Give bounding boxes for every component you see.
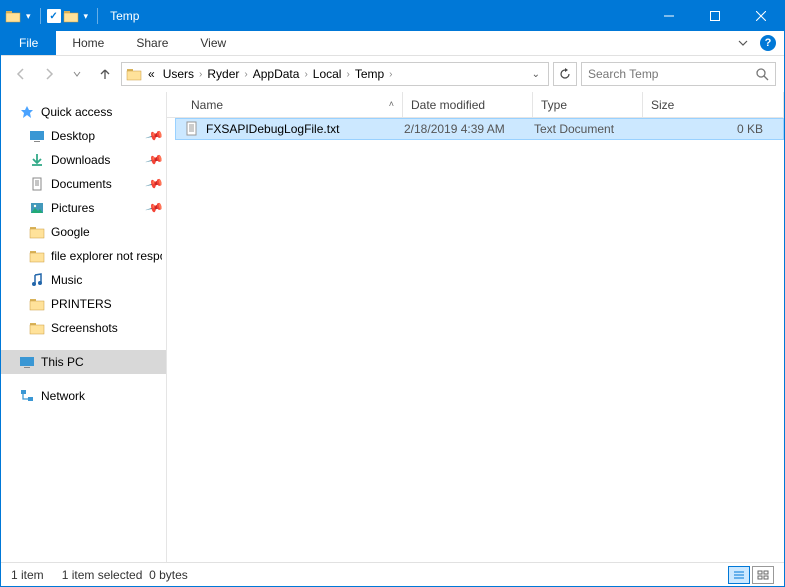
content-pane: Name ˄ Date modified Type Size FXSAPIDeb… (167, 92, 784, 562)
up-button[interactable] (93, 62, 117, 86)
folder-icon (29, 320, 45, 336)
download-icon (29, 152, 45, 168)
sort-ascending-icon: ˄ (389, 99, 394, 109)
sidebar-item-google[interactable]: Google (1, 220, 166, 244)
search-icon (755, 67, 769, 81)
folder-icon (126, 66, 142, 82)
sidebar-item-this-pc[interactable]: This PC (1, 350, 166, 374)
qat-properties-check-icon[interactable]: ✓ (47, 9, 61, 23)
status-selection: 1 item selected (62, 568, 143, 582)
breadcrumb-item[interactable]: Users (159, 67, 198, 81)
music-icon (29, 272, 45, 288)
folder-icon (63, 8, 79, 24)
column-header-size[interactable]: Size (643, 92, 784, 117)
column-header-date[interactable]: Date modified (403, 92, 533, 117)
tab-file[interactable]: File (1, 31, 56, 55)
view-details-button[interactable] (728, 566, 750, 584)
file-date: 2/18/2019 4:39 AM (404, 122, 534, 136)
file-list[interactable]: FXSAPIDebugLogFile.txt 2/18/2019 4:39 AM… (167, 118, 784, 562)
main-area: Quick access Desktop 📌 Downloads 📌 Docum… (1, 92, 784, 562)
window-title: Temp (110, 9, 139, 23)
address-history-dropdown[interactable]: ⌄ (528, 69, 544, 80)
picture-icon (29, 200, 45, 216)
tab-share[interactable]: Share (120, 31, 184, 55)
network-icon (19, 388, 35, 404)
folder-icon (5, 8, 21, 24)
pin-icon: 📌 (145, 198, 165, 218)
address-bar[interactable]: « Users › Ryder › AppData › Local › Temp… (121, 62, 549, 86)
breadcrumb: « Users › Ryder › AppData › Local › Temp… (144, 67, 394, 81)
qat-customize-icon[interactable]: ▾ (84, 11, 89, 22)
pin-icon: 📌 (145, 174, 165, 194)
sidebar-item-downloads[interactable]: Downloads 📌 (1, 148, 166, 172)
breadcrumb-item[interactable]: Ryder (203, 67, 243, 81)
recent-locations-button[interactable] (65, 62, 89, 86)
status-bar: 1 item 1 item selected 0 bytes (1, 562, 784, 586)
refresh-button[interactable] (553, 62, 577, 86)
file-name: FXSAPIDebugLogFile.txt (206, 122, 339, 136)
help-button[interactable]: ? (760, 35, 776, 51)
chevron-right-icon[interactable]: › (388, 69, 393, 80)
tab-view[interactable]: View (184, 31, 242, 55)
breadcrumb-item[interactable]: Temp (351, 67, 388, 81)
document-icon (29, 176, 45, 192)
forward-button[interactable] (37, 62, 61, 86)
sidebar-item-music[interactable]: Music (1, 268, 166, 292)
file-type: Text Document (534, 122, 644, 136)
sidebar-item-quick-access[interactable]: Quick access (1, 100, 166, 124)
pin-icon: 📌 (145, 150, 165, 170)
breadcrumb-item[interactable]: Local (309, 67, 346, 81)
star-icon (19, 104, 35, 120)
minimize-button[interactable] (646, 1, 692, 31)
title-bar: ▾ ✓ ▾ Temp (1, 1, 784, 31)
back-button[interactable] (9, 62, 33, 86)
tab-home[interactable]: Home (56, 31, 120, 55)
sidebar-item-screenshots[interactable]: Screenshots (1, 316, 166, 340)
column-header-type[interactable]: Type (533, 92, 643, 117)
search-input[interactable]: Search Temp (581, 62, 776, 86)
quick-access-toolbar: ▾ ✓ ▾ (1, 8, 102, 24)
column-headers: Name ˄ Date modified Type Size (167, 92, 784, 118)
close-button[interactable] (738, 1, 784, 31)
status-item-count: 1 item (11, 568, 44, 582)
text-file-icon (184, 121, 200, 137)
navigation-row: « Users › Ryder › AppData › Local › Temp… (1, 56, 784, 92)
breadcrumb-prefix[interactable]: « (144, 67, 159, 81)
desktop-icon (29, 128, 45, 144)
table-row[interactable]: FXSAPIDebugLogFile.txt 2/18/2019 4:39 AM… (175, 118, 784, 140)
folder-icon (29, 224, 45, 240)
sidebar-item-file-explorer-not-responding[interactable]: file explorer not responding (1, 244, 166, 268)
column-header-name[interactable]: Name ˄ (183, 92, 403, 117)
status-bytes: 0 bytes (149, 568, 188, 582)
ribbon-tabs: File Home Share View ? (1, 31, 784, 56)
sidebar-item-pictures[interactable]: Pictures 📌 (1, 196, 166, 220)
expand-ribbon-button[interactable] (734, 34, 752, 52)
breadcrumb-item[interactable]: AppData (249, 67, 304, 81)
maximize-button[interactable] (692, 1, 738, 31)
sidebar-item-desktop[interactable]: Desktop 📌 (1, 124, 166, 148)
file-size: 0 KB (644, 122, 783, 136)
sidebar-item-network[interactable]: Network (1, 384, 166, 408)
search-placeholder: Search Temp (588, 67, 755, 81)
sidebar-item-documents[interactable]: Documents 📌 (1, 172, 166, 196)
pin-icon: 📌 (145, 126, 165, 146)
this-pc-icon (19, 354, 35, 370)
view-large-icons-button[interactable] (752, 566, 774, 584)
sidebar-item-printers[interactable]: PRINTERS (1, 292, 166, 316)
folder-icon (29, 248, 45, 264)
qat-dropdown-icon[interactable]: ▾ (26, 11, 31, 22)
navigation-pane: Quick access Desktop 📌 Downloads 📌 Docum… (1, 92, 167, 562)
folder-icon (29, 296, 45, 312)
